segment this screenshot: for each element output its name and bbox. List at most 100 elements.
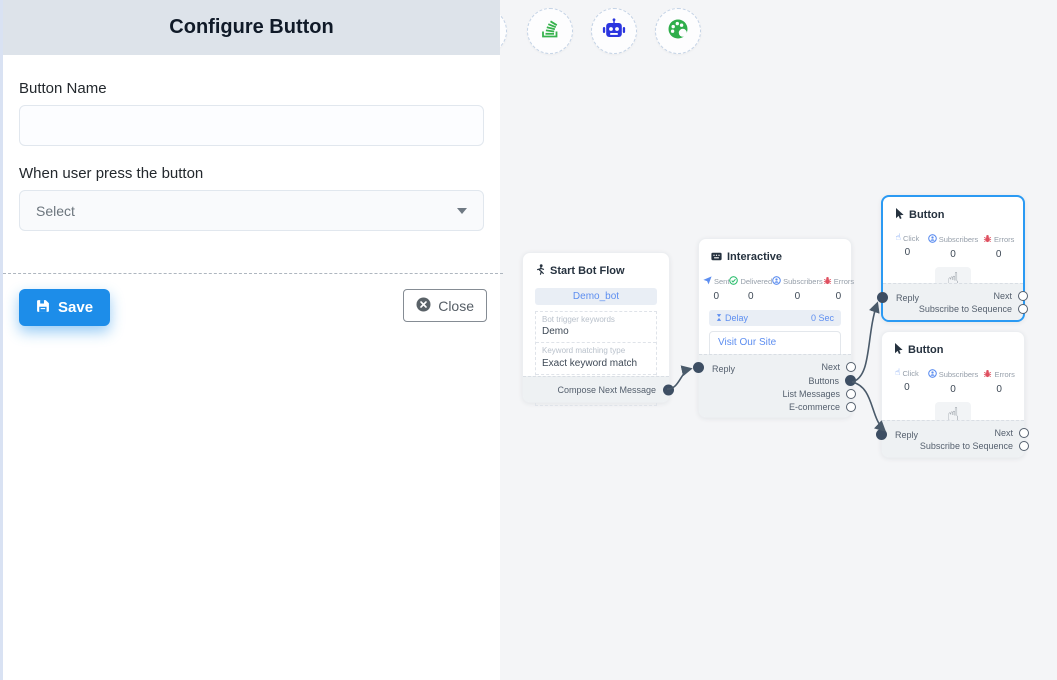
user-circle-icon — [928, 234, 937, 245]
output-next[interactable]: Next — [993, 291, 1028, 301]
stat-value: 0 — [823, 291, 854, 302]
output-subscribe-to-sequence[interactable]: Subscribe to Sequence — [919, 304, 1028, 314]
node-interactive[interactable]: Interactive Sent 0 Delivered — [698, 238, 852, 418]
delay-bar[interactable]: Delay 0 Sec — [709, 310, 841, 326]
panel-actions: Save Close — [3, 289, 503, 326]
port-label: Next — [993, 291, 1012, 301]
list-messages-output-port[interactable] — [846, 389, 856, 399]
stat-value: 0 — [887, 247, 928, 258]
toolbar-button-theme[interactable] — [655, 8, 701, 54]
reply-input-port[interactable] — [877, 292, 888, 303]
stat-label: Sent — [714, 277, 729, 286]
stat-value: 0 — [886, 382, 928, 393]
press-action-label: When user press the button — [19, 165, 484, 182]
page-title: Configure Button — [169, 16, 333, 39]
reply-port-label: Reply — [712, 364, 735, 374]
configure-form: Button Name When user press the button S… — [3, 80, 500, 231]
next-output-port[interactable] — [1019, 428, 1029, 438]
output-list-messages[interactable]: List Messages — [782, 389, 856, 399]
panel-header: Configure Button — [3, 0, 500, 55]
reply-input-port[interactable] — [876, 429, 887, 440]
config-label: Keyword matching type — [542, 346, 650, 356]
node-footer: Reply Next Buttons List Messages E-comme… — [699, 354, 851, 417]
close-icon — [416, 297, 431, 315]
stat-click: ☝ Click 0 — [887, 234, 928, 260]
stat-value: 0 — [978, 249, 1019, 260]
node-title: Button — [908, 344, 943, 356]
ecommerce-output-port[interactable] — [846, 402, 856, 412]
user-circle-icon — [928, 369, 937, 380]
node-title: Start Bot Flow — [550, 265, 625, 277]
robot-icon — [602, 18, 626, 45]
port-label: List Messages — [782, 389, 840, 399]
port-label: E-commerce — [789, 402, 840, 412]
toolbar-button-bot[interactable] — [591, 8, 637, 54]
save-button[interactable]: Save — [19, 289, 110, 326]
click-icon: ☝ — [895, 369, 900, 378]
stack-icon — [539, 18, 561, 45]
node-stats: ☝ Click 0 Subscribers 0 — [882, 369, 1024, 395]
stat-value: 0 — [978, 384, 1020, 395]
node-title: Interactive — [727, 251, 782, 263]
stat-subscribers: Subscribers 0 — [928, 369, 979, 395]
config-row: Keyword matching type Exact keyword matc… — [536, 343, 656, 374]
node-footer: Reply Next Subscribe to Sequence — [883, 283, 1023, 320]
output-ecommerce[interactable]: E-commerce — [789, 402, 856, 412]
stat-value: 0 — [928, 249, 979, 260]
stat-label: Errors — [994, 235, 1014, 244]
bug-icon — [983, 369, 992, 380]
node-footer: Reply Next Subscribe to Sequence — [882, 420, 1024, 457]
running-person-icon — [535, 262, 545, 280]
toolbar-button-stack[interactable] — [527, 8, 573, 54]
delay-label: Delay — [725, 313, 748, 323]
button-name-input[interactable] — [19, 105, 484, 146]
stat-label: Errors — [994, 370, 1014, 379]
stat-label: Click — [903, 234, 919, 243]
buttons-output-port[interactable] — [845, 375, 856, 386]
config-row: Bot trigger keywords Demo — [536, 312, 656, 343]
save-button-label: Save — [58, 299, 93, 316]
next-output-port[interactable] — [1018, 291, 1028, 301]
cursor-icon — [894, 341, 903, 359]
reply-input-port[interactable] — [693, 362, 704, 373]
output-subscribe-to-sequence[interactable]: Subscribe to Sequence — [920, 441, 1029, 451]
user-circle-icon — [772, 276, 781, 287]
node-title: Button — [909, 209, 944, 221]
output-buttons[interactable]: Buttons — [808, 375, 856, 386]
node-stats: ☝ Click 0 Subscribers 0 — [883, 234, 1023, 260]
node-start-bot-flow[interactable]: Start Bot Flow Demo_bot Bot trigger keyw… — [522, 252, 670, 403]
delay-value: 0 Sec — [811, 313, 834, 323]
send-icon — [703, 276, 712, 287]
stat-label: Delivered — [740, 277, 772, 286]
compose-next-message-port-label: Compose Next Message — [557, 385, 656, 395]
config-value: Demo — [542, 325, 650, 338]
stat-label: Subscribers — [939, 370, 979, 379]
bot-name-chip[interactable]: Demo_bot — [535, 288, 657, 305]
output-next[interactable]: Next — [994, 428, 1029, 438]
wire-buttons-to-bottom-button — [852, 382, 884, 430]
stat-errors: Errors 0 — [978, 234, 1019, 260]
stat-delivered: Delivered 0 — [729, 276, 772, 302]
stat-errors: Errors 0 — [978, 369, 1020, 395]
subscribe-sequence-output-port[interactable] — [1019, 441, 1029, 451]
next-output-port[interactable] — [846, 362, 856, 372]
port-label: Next — [994, 428, 1013, 438]
stat-value: 0 — [928, 384, 979, 395]
keyboard-icon — [711, 248, 722, 266]
stat-label: Subscribers — [939, 235, 979, 244]
press-action-select[interactable]: Select — [19, 190, 484, 231]
compose-next-message-port[interactable] — [663, 384, 674, 395]
output-next[interactable]: Next — [821, 362, 856, 372]
subscribe-sequence-output-port[interactable] — [1018, 304, 1028, 314]
port-label: Next — [821, 362, 840, 372]
node-button-bottom[interactable]: Button ☝ Click 0 Subscribers 0 — [881, 331, 1025, 458]
node-button-top[interactable]: Button ☝ Click 0 Subscribers 0 — [881, 195, 1025, 322]
bot-name-label: Demo_bot — [573, 291, 619, 302]
close-button[interactable]: Close — [403, 289, 487, 322]
bot-flow-builder: Start Bot Flow Demo_bot Bot trigger keyw… — [0, 0, 1057, 680]
stat-value: 0 — [703, 291, 729, 302]
node-footer: Compose Next Message — [523, 376, 669, 402]
stat-click: ☝ Click 0 — [886, 369, 928, 395]
select-placeholder: Select — [36, 203, 75, 219]
message-title: Visit Our Site — [718, 337, 832, 348]
